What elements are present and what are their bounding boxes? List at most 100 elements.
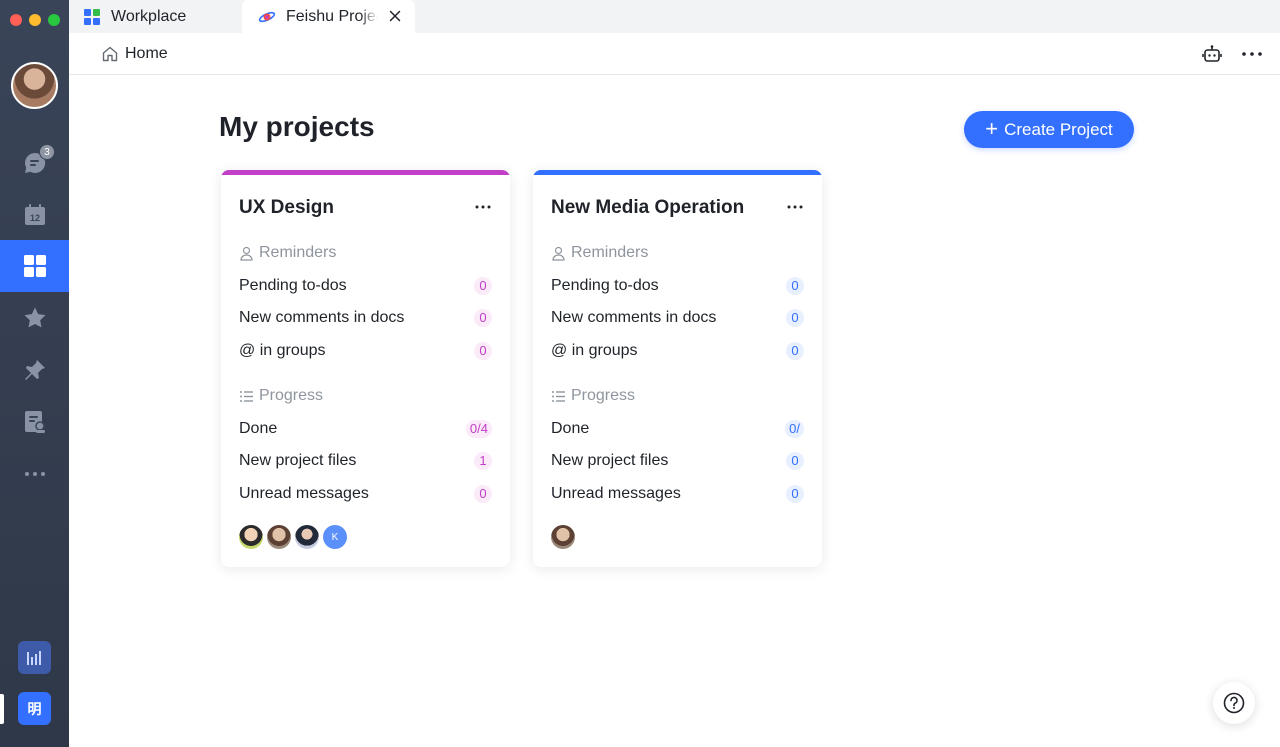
count-badge: 0 [474,342,492,360]
person-icon [552,246,565,261]
member-avatar[interactable] [551,525,575,549]
row-done[interactable]: Done 0/4 [239,417,492,441]
sidebar-item-calendar[interactable]: 12 [0,189,69,241]
sidebar-item-workplace[interactable] [0,240,69,292]
row-label: Pending to-dos [239,277,347,294]
count-badge: 0/4 [465,420,492,438]
feishu-project-logo-icon [258,11,276,22]
tab-feishu-project-label: Feishu Project [286,7,378,25]
tab-workplace-label: Workplace [111,7,187,25]
workplace-tab-icon [84,8,100,25]
reminders-section-header: Reminders [239,244,336,262]
count-badge: 0 [786,452,804,470]
row-label: New project files [239,452,357,469]
bot-icon[interactable] [1202,44,1222,64]
active-app-indicator [0,694,4,724]
row-label: Unread messages [239,485,369,502]
count-badge: 0 [786,485,804,503]
member-avatar[interactable]: K [323,525,347,549]
count-badge: 0 [474,309,492,327]
sidebar-item-more[interactable] [0,448,69,500]
help-button[interactable] [1213,682,1255,724]
calendar-day: 12 [29,213,39,223]
card-more-icon[interactable] [474,200,492,214]
window-maximize-button[interactable] [48,14,60,26]
app-ming-label: 明 [27,700,42,717]
page-header: Home [69,33,1280,75]
home-breadcrumb[interactable]: Home [125,45,168,63]
row-at-groups[interactable]: @ in groups 0 [239,339,492,363]
plus-icon: + [985,115,999,141]
member-avatar[interactable] [295,525,319,549]
sidebar: 3 12 明 [0,0,69,747]
member-initial: K [331,531,339,543]
row-done[interactable]: Done 0/ [551,417,804,441]
row-new-comments[interactable]: New comments in docs 0 [239,306,492,330]
row-at-groups[interactable]: @ in groups 0 [551,339,804,363]
count-badge: 0/ [785,420,804,438]
approval-doc-icon [24,411,45,433]
list-icon [552,390,565,402]
row-new-comments[interactable]: New comments in docs 0 [551,306,804,330]
row-label: New comments in docs [551,309,717,326]
project-title[interactable]: UX Design [239,197,334,219]
calendar-icon: 12 [24,204,45,225]
star-icon [24,307,45,328]
row-label: Done [239,420,278,437]
row-label: New comments in docs [239,309,405,326]
reminders-label: Reminders [571,244,649,261]
more-options-icon[interactable] [1241,44,1263,64]
sidebar-item-favorites[interactable] [0,292,69,344]
project-title[interactable]: New Media Operation [551,197,744,219]
count-badge: 0 [786,277,804,295]
row-label: @ in groups [239,342,326,359]
row-new-files[interactable]: New project files 1 [239,449,492,473]
app-ming-button[interactable]: 明 [18,692,51,725]
row-label: Unread messages [551,485,681,502]
home-icon [102,46,118,62]
create-project-button[interactable]: + Create Project [964,111,1134,148]
reminders-label: Reminders [259,244,337,261]
close-tab-icon[interactable] [387,8,403,24]
card-accent-bar [533,170,822,175]
row-label: Pending to-dos [551,277,659,294]
row-pending-todos[interactable]: Pending to-dos 0 [239,274,492,298]
member-avatar[interactable] [239,525,263,549]
create-project-label: Create Project [1004,119,1113,139]
row-label: @ in groups [551,342,638,359]
user-avatar[interactable] [11,62,58,109]
row-unread-messages[interactable]: Unread messages 0 [239,482,492,506]
row-pending-todos[interactable]: Pending to-dos 0 [551,274,804,298]
reminders-section-header: Reminders [551,244,648,262]
list-icon [240,390,253,402]
project-card-ux-design[interactable]: UX Design Reminders Pending to-dos 0 New… [221,170,510,567]
person-icon [240,246,253,261]
row-unread-messages[interactable]: Unread messages 0 [551,482,804,506]
bar-chart-icon [26,650,41,665]
card-accent-bar [221,170,510,175]
member-avatar[interactable] [267,525,291,549]
sidebar-item-pinned[interactable] [0,344,69,396]
window-close-button[interactable] [10,14,22,26]
sidebar-item-approval[interactable] [0,396,69,448]
count-badge: 0 [474,485,492,503]
tab-feishu-project[interactable]: Feishu Project [242,0,415,33]
tab-workplace[interactable]: Workplace [69,0,242,33]
count-badge: 0 [786,342,804,360]
progress-section-header: Progress [551,387,635,405]
project-card-new-media-operation[interactable]: New Media Operation Reminders Pending to… [533,170,822,567]
member-avatars [551,525,575,549]
window-minimize-button[interactable] [29,14,41,26]
sidebar-item-messages[interactable] [0,137,69,189]
more-horizontal-icon [24,472,45,476]
progress-section-header: Progress [239,387,323,405]
card-more-icon[interactable] [786,200,804,214]
progress-label: Progress [571,387,636,404]
app-analytics-button[interactable] [18,641,51,674]
messages-badge: 3 [39,144,55,160]
row-label: New project files [551,452,669,469]
row-new-files[interactable]: New project files 0 [551,449,804,473]
progress-label: Progress [259,387,324,404]
pin-icon [24,360,45,380]
page-title: My projects [219,111,375,142]
